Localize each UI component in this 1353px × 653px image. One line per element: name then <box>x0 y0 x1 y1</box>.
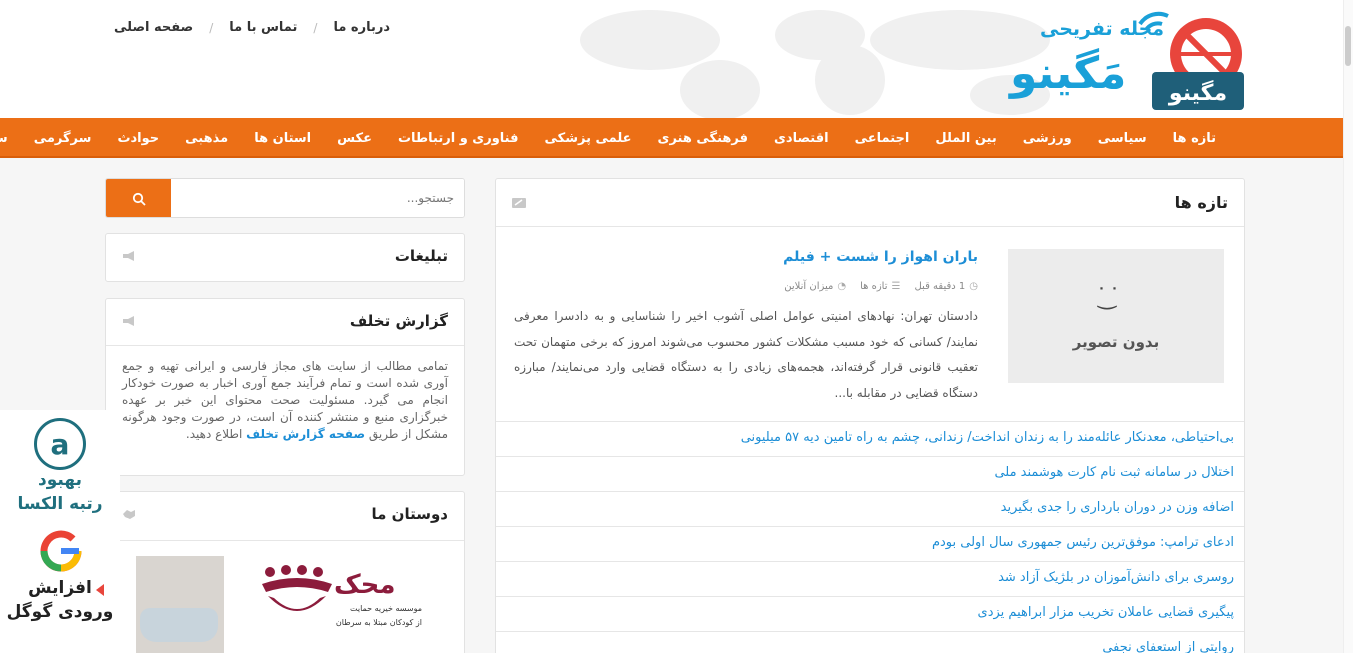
rss-icon: ◔ <box>837 281 847 292</box>
mahak-ad-banner[interactable]: محک موسسه خیریه حمایت از کودکان مبتلا به… <box>136 556 436 653</box>
mask-shape <box>140 608 218 642</box>
search-input[interactable] <box>172 179 464 217</box>
nav-item-tech[interactable]: فناوری و ارتباطات <box>385 131 532 146</box>
ad-brand-name: محک <box>334 570 396 600</box>
nav-item-culture[interactable]: فرهنگی هنری <box>645 131 761 146</box>
alexa-promo-line1[interactable]: بهبود <box>0 470 120 490</box>
page-scrollbar[interactable] <box>1343 0 1353 653</box>
search-button[interactable] <box>106 179 171 217</box>
widget-header: تبلیغات <box>106 234 464 280</box>
megaphone-icon <box>123 316 134 326</box>
alexa-icon[interactable]: a <box>34 418 86 470</box>
google-icon[interactable] <box>38 528 84 574</box>
widget-header: گزارش تخلف <box>106 299 464 345</box>
search-box <box>105 178 465 218</box>
nav-item-entertainment[interactable]: سرگرمی <box>21 131 105 146</box>
report-page-link[interactable]: صفحه گزارش تخلف <box>246 427 365 441</box>
top-link-home[interactable]: صفحه اصلی <box>114 20 193 35</box>
widget-title: دوستان ما <box>371 505 448 523</box>
news-list-item[interactable]: بی‌احتیاطی، معدنکار عائله‌مند را به زندا… <box>496 421 1244 456</box>
nav-item-international[interactable]: بین الملل <box>922 131 1009 146</box>
top-link-contact[interactable]: تماس با ما <box>229 20 297 35</box>
search-icon <box>132 192 146 206</box>
news-list-item[interactable]: پیگیری قضایی عاملان تخریب مزار ابراهیم ی… <box>496 596 1244 631</box>
report-tail: اطلاع دهید. <box>185 427 243 441</box>
featured-excerpt: دادستان تهران: نهادهای امنیتی عوامل اصلی… <box>514 309 978 400</box>
megaphone-icon <box>123 251 134 261</box>
nav-item-incidents[interactable]: حوادث <box>104 131 172 146</box>
divider <box>106 540 464 541</box>
nav-item-sports[interactable]: ورزشی <box>1010 131 1085 146</box>
news-list-item[interactable]: روایتی از استعفای نجفی <box>496 631 1244 653</box>
ad-subtitle: از کودکان مبتلا به سرطان <box>335 618 422 627</box>
featured-title-link[interactable]: باران اهواز را شست + فیلم <box>783 249 978 265</box>
nav-item-cinema[interactable]: سینما <box>0 131 21 146</box>
separator: / <box>313 20 318 35</box>
logo-badge-text: مگینو <box>1168 79 1227 106</box>
google-promo-line1[interactable]: افزایش <box>0 578 120 598</box>
google-promo-line2[interactable]: ورودی گوگل <box>0 602 120 622</box>
nav-item-social[interactable]: اجتماعی <box>842 131 923 146</box>
top-link-about[interactable]: درباره ما <box>333 20 390 35</box>
no-image-label: بدون تصویر <box>1072 333 1160 351</box>
widget-title: گزارش تخلف <box>349 312 448 330</box>
scrollbar-thumb[interactable] <box>1345 26 1351 66</box>
featured-source[interactable]: میزان آنلاین <box>784 281 833 292</box>
nav-item-religious[interactable]: مذهبی <box>172 131 241 146</box>
alexa-promo-line2[interactable]: رتبه الکسا <box>0 494 120 514</box>
news-list-item[interactable]: اختلال در سامانه ثبت نام کارت هوشمند ملی <box>496 456 1244 491</box>
widget-header: دوستان ما <box>106 492 464 538</box>
separator: / <box>209 20 214 35</box>
nav-item-science[interactable]: علمی پزشکی <box>531 131 644 146</box>
list-icon: ☰ <box>891 281 901 292</box>
world-map-background <box>580 10 1050 118</box>
report-widget: گزارش تخلف تمامی مطالب از سایت های مجاز … <box>105 298 465 476</box>
panel-title: تازه ها <box>1174 193 1228 212</box>
mahak-logo-icon <box>262 565 332 611</box>
nav-item-economy[interactable]: اقتصادی <box>761 131 842 146</box>
featured-meta: ◷ 1 دقیقه قبل ☰ تازه ها ◔ میزان آنلاین <box>784 281 978 292</box>
friends-widget: دوستان ما محک موسسه خیریه حمایت از کودکا… <box>105 491 465 653</box>
news-list-item[interactable]: روسری برای دانش‌آموزان در بلژیک آزاد شد <box>496 561 1244 596</box>
ads-widget: تبلیغات <box>105 233 465 282</box>
logo-icon[interactable]: مگینو <box>1006 6 1248 112</box>
ad-subtitle: موسسه خیریه حمایت <box>349 604 422 613</box>
site-header: درباره ما / تماس با ما / صفحه اصلی مجله … <box>0 0 1353 118</box>
top-links: درباره ما / تماس با ما / صفحه اصلی <box>114 20 390 35</box>
nav-item-photo[interactable]: عکس <box>324 131 385 146</box>
news-list: بی‌احتیاطی، معدنکار عائله‌مند را به زندا… <box>496 421 1244 653</box>
floating-promo-badges: a بهبود رتبه الکسا افزایش ورودی گوگل <box>0 410 120 653</box>
child-photo <box>136 556 224 653</box>
clock-icon: ◷ <box>969 281 978 292</box>
main-nav: تازه ها سیاسی ورزشی بین الملل اجتماعی اق… <box>0 118 1353 158</box>
news-list-item[interactable]: ادعای ترامپ: موفق‌ترین رئیس جمهوری سال ا… <box>496 526 1244 561</box>
report-text: تمامی مطالب از سایت های مجاز فارسی و ایر… <box>106 345 464 443</box>
nav-item-politics[interactable]: سیاسی <box>1085 131 1160 146</box>
panel-header: تازه ها <box>496 179 1244 227</box>
nav-item-provinces[interactable]: استان ها <box>241 131 324 146</box>
placeholder-face-icon: ˙͜˙ <box>1096 285 1122 310</box>
news-list-item[interactable]: اضافه وزن در دوران بارداری را جدی بگیرید <box>496 491 1244 526</box>
widget-title: تبلیغات <box>394 247 448 265</box>
edit-icon <box>512 198 526 208</box>
featured-time: 1 دقیقه قبل <box>914 281 966 292</box>
featured-image-placeholder[interactable]: ˙͜˙ بدون تصویر <box>1008 249 1224 383</box>
featured-category[interactable]: تازه ها <box>860 281 887 292</box>
handshake-icon <box>123 510 135 519</box>
nav-item-latest[interactable]: تازه ها <box>1160 131 1229 146</box>
latest-news-panel: تازه ها ˙͜˙ بدون تصویر باران اهواز را شس… <box>495 178 1245 653</box>
